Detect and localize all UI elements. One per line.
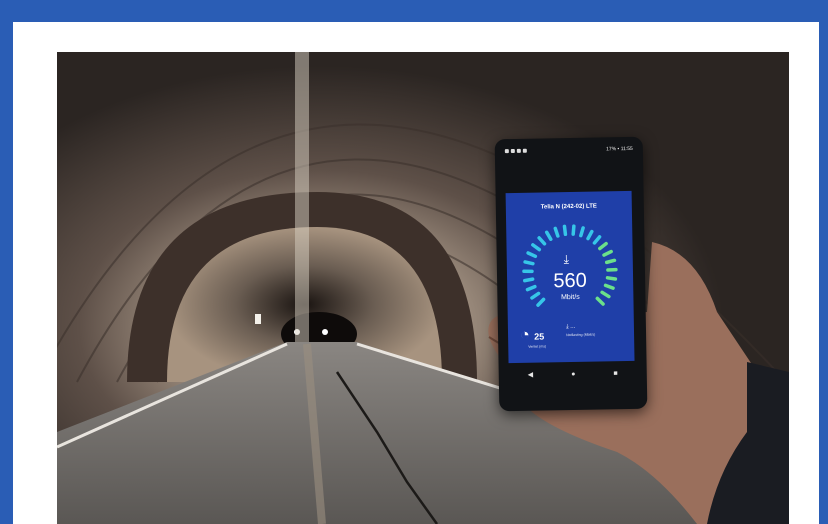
- gauge-tick: [592, 235, 602, 245]
- operator-label: Telia N (242-02) LTE: [540, 203, 597, 211]
- notification-icon: [516, 148, 521, 153]
- recents-nav-icon[interactable]: ■: [613, 370, 617, 377]
- status-bar: 17% ▪ 11:55: [504, 144, 633, 156]
- home-nav-icon[interactable]: ●: [571, 370, 575, 377]
- image-frame: 17% ▪ 11:55 Telia N (242-02) LTE ⤓ 560 M…: [13, 22, 819, 524]
- hand: [488, 242, 789, 524]
- download-placeholder: ...: [570, 323, 576, 331]
- download-arrow-icon: ⤓: [563, 252, 570, 267]
- gauge-tick: [602, 249, 613, 257]
- notification-icon: [510, 148, 515, 154]
- download-readout: ⤓ ... Nedlasting (Mbit/s): [565, 323, 596, 338]
- gauge-tick: [571, 224, 576, 236]
- notification-icon: [522, 148, 527, 153]
- notification-icon: [504, 149, 509, 154]
- gauge-tick: [544, 230, 553, 241]
- speed-value: 560: [553, 269, 587, 293]
- speed-gauge: [522, 224, 618, 307]
- back-nav-icon[interactable]: ◀: [528, 371, 534, 379]
- gauge-tick: [537, 236, 547, 246]
- gauge-tick: [604, 258, 617, 265]
- ping-label: Ventet (ms): [528, 344, 547, 349]
- download-small-icon: ⤓: [565, 324, 569, 331]
- speedtest-screen: Telia N (242-02) LTE ⤓ 560 Mbit/s ◔ 25 V…: [505, 190, 635, 364]
- ping-value: 25: [534, 331, 545, 342]
- gauge-tick: [562, 224, 568, 237]
- gauge-tick: [598, 241, 608, 251]
- status-right: 17% ▪ 11:55: [606, 145, 633, 153]
- notification-icons: [504, 148, 527, 154]
- gauge-tick: [553, 226, 560, 238]
- download-label: Nedlasting (Mbit/s): [566, 332, 596, 338]
- gauge-tick: [586, 229, 594, 241]
- gauge-tick: [526, 251, 538, 259]
- phone: 17% ▪ 11:55 Telia N (242-02) LTE ⤓ 560 M…: [494, 136, 648, 412]
- gauge-tick: [531, 243, 542, 252]
- ping-readout: ◔ 25 Ventet (ms): [519, 326, 547, 349]
- nav-bar: ◀ ● ■: [509, 365, 637, 383]
- tunnel-photo: 17% ▪ 11:55 Telia N (242-02) LTE ⤓ 560 M…: [57, 52, 789, 524]
- ping-icon: ◔: [519, 326, 530, 344]
- gauge-tick: [523, 260, 535, 266]
- gauge-tick: [579, 226, 585, 238]
